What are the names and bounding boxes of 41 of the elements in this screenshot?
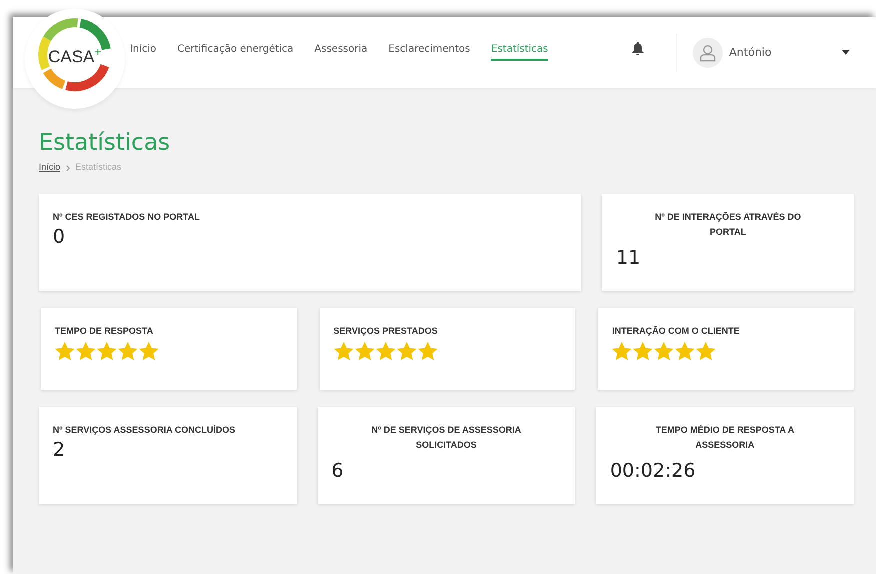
nav-link[interactable]: Certificação energética [177,40,294,61]
stat-value: 00:02:26 [610,460,696,482]
card-title: Nº SERVIÇOS ASSESSORIA CONCLUÍDOS [53,424,236,437]
star-icon [696,342,716,361]
stat-value: 11 [616,247,641,269]
user-name[interactable]: António [729,46,772,59]
card-title: INTERAÇÃO COM O CLIENTE [612,325,741,338]
star-icon [675,342,696,361]
star-icon [418,342,438,361]
stat-value: 0 [53,226,66,248]
star-icon [396,342,417,361]
star-icon [612,342,632,361]
card-title: Nº CES REGISTADOS NO PORTAL [53,211,201,224]
nav-link[interactable]: Esclarecimentos [388,40,470,61]
star-icon [139,342,159,361]
star-icon [76,342,96,361]
card-title: Nº DE INTERAÇÕES ATRAVÉS DO PORTAL [654,211,802,239]
star-icon [334,342,354,361]
chevron-icon [66,165,71,172]
star-icon [118,342,138,361]
stat-value: 6 [332,460,344,482]
star-icon [376,342,396,361]
star-icon [633,342,654,361]
breadcrumb-current: Estatísticas [76,162,122,172]
star-icon [97,342,117,361]
nav-link[interactable]: Assessoria [314,40,368,61]
stat-value: 2 [53,439,66,461]
star-icon [354,342,375,361]
breadcrumb-link[interactable]: Início [39,162,61,172]
card-title: Nº DE SERVIÇOS DE ASSESSORIA SOLICITADOS [370,424,522,452]
card-title: TEMPO MÉDIO DE RESPOSTA A ASSESSORIA [654,424,796,452]
nav-link[interactable]: Início [130,40,156,61]
bell-icon[interactable] [632,42,644,56]
page-title: Estatísticas [39,130,172,156]
logo[interactable]: CASA$^{+}$ [25,9,125,109]
caret-icon[interactable] [842,50,850,55]
avatar-icon[interactable] [693,38,724,68]
star-icon [654,342,674,361]
card-title: SERVIÇOS PRESTADOS [334,325,439,338]
card-title: TEMPO DE RESPOSTA [55,325,154,338]
star-icon [55,342,75,361]
